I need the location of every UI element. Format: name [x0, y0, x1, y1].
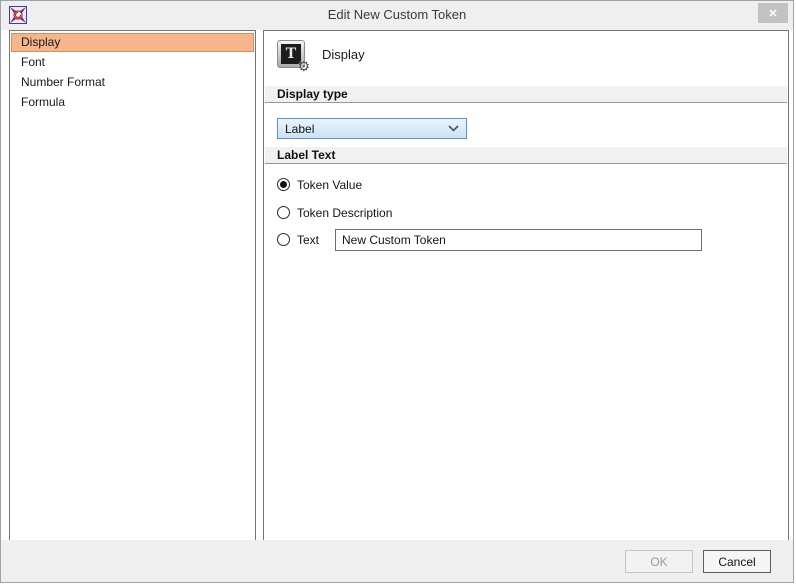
cancel-button-label: Cancel [718, 555, 755, 569]
radio-token-description-label: Token Description [297, 206, 392, 220]
sidebar-item-formula[interactable]: Formula [11, 92, 254, 112]
titlebar: Edit New Custom Token ✕ [1, 1, 793, 30]
radio-token-value[interactable]: Token Value [277, 177, 362, 192]
ok-button-label: OK [650, 555, 667, 569]
sidebar-item-display[interactable]: Display [11, 33, 254, 52]
radio-text[interactable]: Text [277, 232, 319, 247]
sidebar-item-number-format[interactable]: Number Format [11, 72, 254, 92]
display-type-dropdown[interactable]: Label [277, 118, 467, 139]
display-settings-pane: T ⚙ Display Display type Label Label Tex… [263, 30, 789, 542]
display-type-value: Label [285, 122, 314, 136]
pane-title: Display [322, 47, 365, 62]
footer-bar: OK Cancel [1, 540, 793, 582]
gear-icon: ⚙ [297, 60, 310, 74]
close-button[interactable]: ✕ [758, 3, 788, 23]
radio-text-label: Text [297, 233, 319, 247]
display-type-section-header: Display type [265, 86, 787, 103]
close-icon: ✕ [768, 7, 777, 20]
radio-token-value-label: Token Value [297, 178, 362, 192]
dialog-title: Edit New Custom Token [1, 7, 793, 22]
radio-button-icon[interactable] [277, 206, 290, 219]
sidebar-item-font[interactable]: Font [11, 52, 254, 72]
category-list: Display Font Number Format Formula [9, 30, 256, 542]
label-text-section-header: Label Text [265, 147, 787, 164]
token-display-icon: T ⚙ [277, 40, 305, 68]
ok-button[interactable]: OK [625, 550, 693, 573]
chevron-down-icon [448, 125, 459, 132]
radio-button-icon[interactable] [277, 233, 290, 246]
custom-text-input[interactable] [335, 229, 702, 251]
radio-token-description[interactable]: Token Description [277, 205, 392, 220]
cancel-button[interactable]: Cancel [703, 550, 771, 573]
edit-custom-token-dialog: Edit New Custom Token ✕ Display Font Num… [0, 0, 794, 583]
radio-button-icon[interactable] [277, 178, 290, 191]
